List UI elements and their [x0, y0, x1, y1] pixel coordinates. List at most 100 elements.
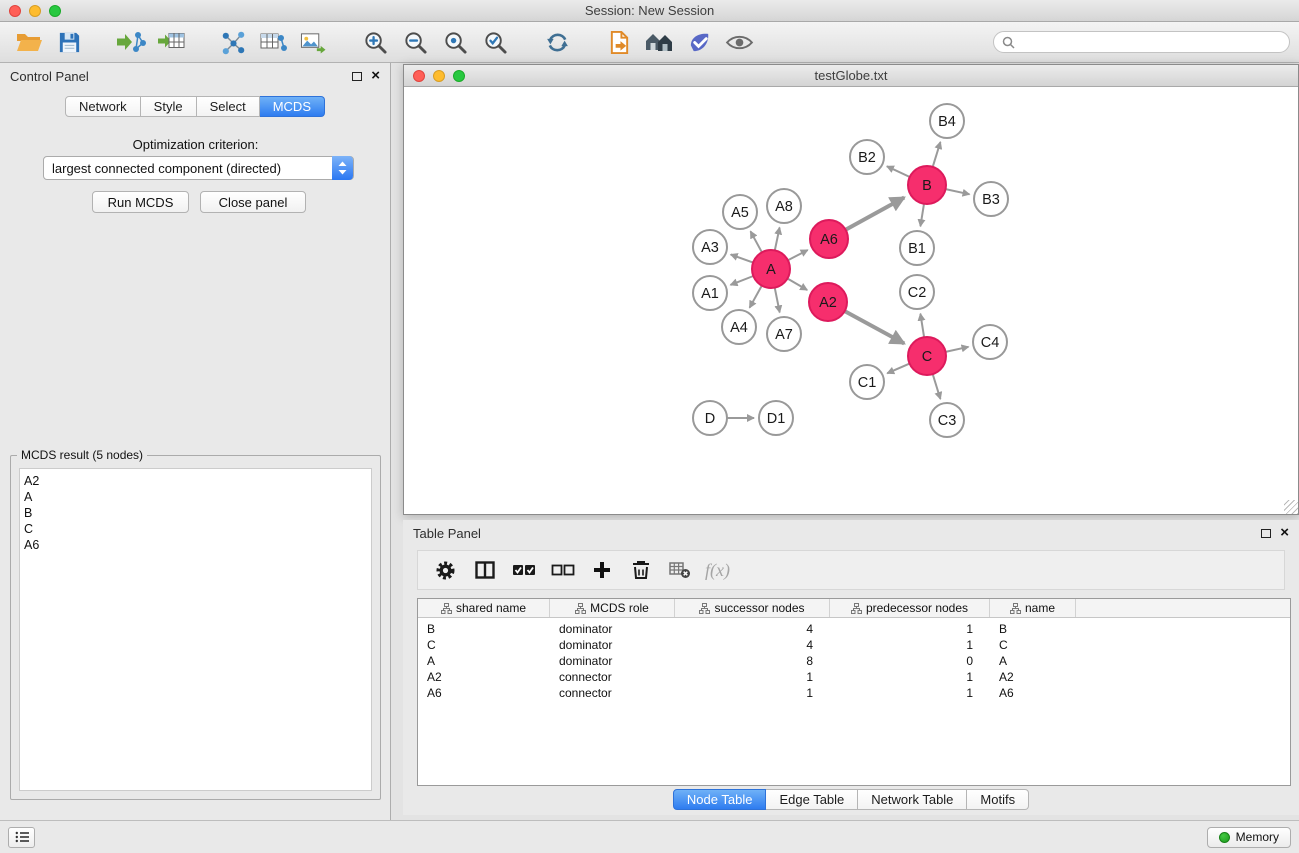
table-row[interactable]: Cdominator41C: [418, 638, 1290, 654]
zoom-fit-button[interactable]: [435, 25, 475, 59]
graph-node-C3[interactable]: C3: [930, 403, 964, 437]
table-cell[interactable]: dominator: [550, 638, 675, 654]
graph-edge-A-A7[interactable]: [775, 288, 780, 313]
memory-button[interactable]: Memory: [1207, 827, 1291, 848]
column-header-successor-nodes[interactable]: successor nodes: [675, 599, 830, 617]
graph-edge-A-A3[interactable]: [731, 255, 753, 263]
table-tab-edge-table[interactable]: Edge Table: [766, 789, 858, 810]
table-cell[interactable]: 8: [675, 654, 830, 670]
table-tab-network-table[interactable]: Network Table: [858, 789, 967, 810]
select-all-columns-button[interactable]: [504, 553, 543, 587]
mcds-result-item[interactable]: C: [24, 521, 371, 537]
unselect-all-columns-button[interactable]: [543, 553, 582, 587]
graph-edge-A-A5[interactable]: [751, 231, 762, 252]
graph-edge-A-A4[interactable]: [750, 286, 762, 308]
table-cell[interactable]: 0: [830, 654, 990, 670]
graph-edge-B-B2[interactable]: [887, 166, 910, 177]
control-tab-select[interactable]: Select: [197, 96, 260, 117]
network-canvas[interactable]: B4B2BB3A8A5A6A3B1AC2A1A2A4A7C4CC1C3DD1: [404, 87, 1298, 514]
run-mcds-button[interactable]: Run MCDS: [92, 191, 189, 213]
table-cell[interactable]: 1: [830, 670, 990, 686]
graph-node-B[interactable]: B: [908, 166, 946, 204]
task-history-button[interactable]: [8, 827, 35, 848]
show-columns-button[interactable]: [465, 553, 504, 587]
graph-node-D[interactable]: D: [693, 401, 727, 435]
graph-node-A[interactable]: A: [752, 250, 790, 288]
graph-edge-A-A8[interactable]: [775, 228, 780, 251]
table-cell[interactable]: A2: [418, 670, 550, 686]
graph-node-D1[interactable]: D1: [759, 401, 793, 435]
delete-table-button[interactable]: [660, 553, 699, 587]
table-row[interactable]: A6connector11A6: [418, 686, 1290, 702]
table-row[interactable]: Adominator80A: [418, 654, 1290, 670]
table-cell[interactable]: 1: [675, 670, 830, 686]
graph-edge-C-C3[interactable]: [933, 374, 941, 399]
graph-node-B4[interactable]: B4: [930, 104, 964, 138]
table-row[interactable]: Bdominator41B: [418, 622, 1290, 638]
mcds-result-item[interactable]: A6: [24, 537, 371, 553]
graph-node-A6[interactable]: A6: [810, 220, 848, 258]
zoom-in-button[interactable]: [355, 25, 395, 59]
graph-edge-A-A2[interactable]: [787, 279, 807, 291]
window-resize-grip[interactable]: [1284, 500, 1298, 514]
search-box[interactable]: [993, 31, 1290, 53]
mcds-result-list[interactable]: A2ABCA6: [19, 468, 372, 791]
table-cell[interactable]: A: [990, 654, 1076, 670]
graph-edge-B-B4[interactable]: [933, 142, 941, 167]
save-session-button[interactable]: [49, 25, 89, 59]
float-panel-icon[interactable]: [352, 72, 362, 81]
graph-node-A4[interactable]: A4: [722, 310, 756, 344]
validate-button[interactable]: [679, 25, 719, 59]
graph-node-A8[interactable]: A8: [767, 189, 801, 223]
table-cell[interactable]: connector: [550, 670, 675, 686]
control-tab-mcds[interactable]: MCDS: [260, 96, 325, 117]
graph-edge-B-B3[interactable]: [946, 189, 970, 194]
column-header-MCDS-role[interactable]: MCDS role: [550, 599, 675, 617]
graph-node-B2[interactable]: B2: [850, 140, 884, 174]
graph-node-C4[interactable]: C4: [973, 325, 1007, 359]
table-cell[interactable]: 1: [830, 638, 990, 654]
column-header-shared-name[interactable]: shared name: [418, 599, 550, 617]
graph-node-C1[interactable]: C1: [850, 365, 884, 399]
table-cell[interactable]: A6: [418, 686, 550, 702]
table-cell[interactable]: 4: [675, 638, 830, 654]
delete-column-button[interactable]: [621, 553, 660, 587]
network-share-button[interactable]: [213, 25, 253, 59]
graph-node-A7[interactable]: A7: [767, 317, 801, 351]
graph-node-A2[interactable]: A2: [809, 283, 847, 321]
table-cell[interactable]: A: [418, 654, 550, 670]
create-column-button[interactable]: [582, 553, 621, 587]
graph-node-A3[interactable]: A3: [693, 230, 727, 264]
graph-node-B3[interactable]: B3: [974, 182, 1008, 216]
table-cell[interactable]: 1: [675, 686, 830, 702]
graph-node-A5[interactable]: A5: [723, 195, 757, 229]
graph-edge-C-C1[interactable]: [887, 364, 909, 374]
column-header-predecessor-nodes[interactable]: predecessor nodes: [830, 599, 990, 617]
import-network-button[interactable]: [111, 25, 151, 59]
open-session-button[interactable]: [9, 25, 49, 59]
table-cell[interactable]: B: [418, 622, 550, 638]
table-cell[interactable]: B: [990, 622, 1076, 638]
import-table-button[interactable]: [151, 25, 191, 59]
table-settings-button[interactable]: [426, 553, 465, 587]
table-cell[interactable]: A2: [990, 670, 1076, 686]
close-table-panel-icon[interactable]: ×: [1280, 528, 1289, 538]
export-document-button[interactable]: [599, 25, 639, 59]
network-window-titlebar[interactable]: testGlobe.txt: [404, 65, 1298, 87]
table-row[interactable]: A2connector11A2: [418, 670, 1290, 686]
mcds-result-item[interactable]: B: [24, 505, 371, 521]
table-tab-node-table[interactable]: Node Table: [673, 789, 767, 810]
table-cell[interactable]: 4: [675, 622, 830, 638]
float-table-panel-icon[interactable]: [1261, 529, 1271, 538]
close-panel-icon[interactable]: ×: [371, 71, 380, 81]
zoom-selected-button[interactable]: [475, 25, 515, 59]
refresh-button[interactable]: [537, 25, 577, 59]
table-cell[interactable]: 1: [830, 622, 990, 638]
table-cell[interactable]: 1: [830, 686, 990, 702]
criterion-dropdown[interactable]: largest connected component (directed): [43, 156, 354, 180]
homes-button[interactable]: [639, 25, 679, 59]
graph-edge-A-A6[interactable]: [788, 250, 808, 260]
mcds-result-item[interactable]: A2: [24, 473, 371, 489]
table-cell[interactable]: C: [990, 638, 1076, 654]
table-cell[interactable]: connector: [550, 686, 675, 702]
